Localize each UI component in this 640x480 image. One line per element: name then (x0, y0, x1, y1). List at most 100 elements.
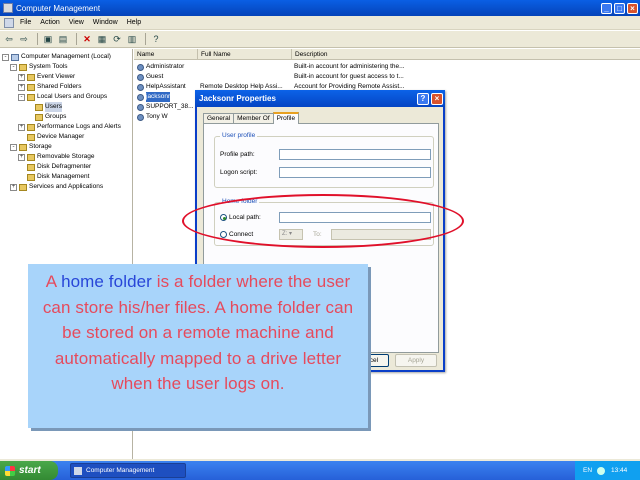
properties-icon[interactable]: ▦ (96, 33, 108, 45)
dialog-close-button[interactable]: × (431, 92, 443, 105)
user-icon (137, 103, 144, 111)
expand-icon[interactable]: + (18, 153, 25, 161)
clock: 13:44 (611, 467, 628, 474)
start-label: start (19, 465, 41, 476)
apply-button[interactable]: Apply (395, 354, 437, 367)
user-icon (137, 73, 144, 81)
folder-icon (19, 63, 27, 71)
collapse-icon[interactable]: - (2, 53, 9, 61)
tree-spacer (26, 103, 33, 111)
folder-icon (27, 153, 35, 161)
explanation-callout: A home folder is a folder where the user… (28, 264, 368, 428)
up-folder-icon[interactable]: ▣ (42, 33, 54, 45)
collapse-icon[interactable]: - (10, 143, 17, 151)
taskbar-item-computer-management[interactable]: Computer Management (70, 463, 186, 478)
folder-icon (19, 143, 27, 151)
main-window-title-bar[interactable]: Computer Management _ □ × (0, 0, 640, 16)
user-name: Administrator (146, 63, 185, 70)
minimize-button[interactable]: _ (601, 2, 612, 14)
tree-node-label: Shared Folders (37, 83, 82, 90)
folder-icon (35, 113, 43, 121)
refresh-icon[interactable]: ⟳ (111, 33, 123, 45)
expand-icon[interactable]: + (18, 83, 25, 91)
logon-script-input[interactable] (279, 167, 431, 178)
forward-arrow-icon[interactable]: ⇨ (18, 33, 30, 45)
folder-icon (27, 173, 35, 181)
expand-icon[interactable]: + (10, 183, 17, 191)
menu-view[interactable]: View (69, 19, 84, 26)
tree-node-label: Computer Management (Local) (21, 53, 111, 60)
column-header-name[interactable]: Name (134, 49, 198, 60)
list-item[interactable]: Guest Built-in account for guest access t… (134, 72, 640, 82)
tree-node[interactable]: - System Tools (0, 62, 132, 72)
menu-file[interactable]: File (20, 19, 31, 26)
folder-icon (27, 123, 35, 131)
toolbar-separator (37, 33, 38, 45)
back-arrow-icon[interactable]: ⇦ (3, 33, 15, 45)
window-title: Computer Management (16, 3, 101, 13)
tree-node[interactable]: Groups (0, 112, 132, 122)
language-indicator[interactable]: EN (583, 467, 592, 474)
profile-path-input[interactable] (279, 149, 431, 160)
tree-node[interactable]: + Services and Applications (0, 182, 132, 192)
menu-action[interactable]: Action (40, 19, 59, 26)
menu-help[interactable]: Help (127, 19, 141, 26)
tree-node[interactable]: Disk Management (0, 172, 132, 182)
profile-path-label: Profile path: (220, 151, 255, 158)
export-list-icon[interactable]: ▥ (126, 33, 138, 45)
expand-icon[interactable]: + (18, 73, 25, 81)
menu-bar: File Action View Window Help (0, 16, 640, 30)
user-name-cell: SUPPORT_38... (137, 102, 194, 112)
tree-spacer (18, 133, 25, 141)
close-button[interactable]: × (627, 2, 638, 14)
mmc-icon (4, 17, 14, 28)
tray-network-icon[interactable] (597, 466, 605, 475)
collapse-icon[interactable]: - (10, 63, 17, 71)
start-button[interactable]: start (0, 461, 58, 480)
help-icon[interactable]: ? (150, 33, 162, 45)
tree-node[interactable]: - Computer Management (Local) (0, 52, 132, 62)
tree-node[interactable]: Users (0, 102, 132, 112)
user-icon (137, 63, 144, 71)
tree-spacer (18, 173, 25, 181)
folder-icon (27, 73, 35, 81)
toolbar: ⇦ ⇨ ▣ ▤ ✕ ▦ ⟳ ▥ ? (0, 31, 640, 48)
expand-icon[interactable]: + (18, 123, 25, 131)
dialog-title-bar[interactable]: Jacksonr Properties ? × (195, 90, 445, 107)
computer-management-icon (3, 3, 13, 13)
collapse-icon[interactable]: - (18, 93, 25, 101)
user-name-cell: Guest (137, 72, 163, 82)
tree-node[interactable]: + Removable Storage (0, 152, 132, 162)
list-item[interactable]: Administrator Built-in account for admini… (134, 62, 640, 72)
show-tree-icon[interactable]: ▤ (57, 33, 69, 45)
tab-profile[interactable]: Profile (272, 112, 300, 124)
user-name: HelpAssistant (146, 83, 186, 90)
taskbar: start Computer Management 13:44 EN (0, 461, 640, 480)
user-name: Tony W (146, 113, 168, 120)
delete-icon[interactable]: ✕ (81, 33, 93, 45)
user-name: jacksonr (146, 92, 171, 102)
tree-node[interactable]: - Storage (0, 142, 132, 152)
tree-node-label: Performance Logs and Alerts (37, 123, 121, 130)
user-name-cell: jacksonr (137, 92, 171, 102)
tree-node[interactable]: Device Manager (0, 132, 132, 142)
windows-logo-icon (5, 465, 15, 476)
computer-management-icon (74, 466, 82, 475)
tree-node[interactable]: + Shared Folders (0, 82, 132, 92)
column-header-full-name[interactable]: Full Name (198, 49, 292, 60)
tree-node-label: Local Users and Groups (37, 93, 108, 100)
callout-highlight-term: home folder (61, 272, 152, 291)
toolbar-separator (76, 33, 77, 45)
logon-script-label: Logon script: (220, 169, 258, 176)
user-name: SUPPORT_38... (146, 103, 194, 110)
menu-window[interactable]: Window (93, 19, 118, 26)
user-profile-group: User profile Profile path: Logon script: (214, 132, 434, 188)
tree-node[interactable]: + Event Viewer (0, 72, 132, 82)
tree-node[interactable]: - Local Users and Groups (0, 92, 132, 102)
tree-node[interactable]: + Performance Logs and Alerts (0, 122, 132, 132)
folder-icon (35, 103, 43, 111)
tree-node[interactable]: Disk Defragmenter (0, 162, 132, 172)
column-header-description[interactable]: Description (292, 49, 640, 60)
dialog-help-button[interactable]: ? (417, 92, 429, 105)
maximize-button[interactable]: □ (614, 2, 625, 14)
